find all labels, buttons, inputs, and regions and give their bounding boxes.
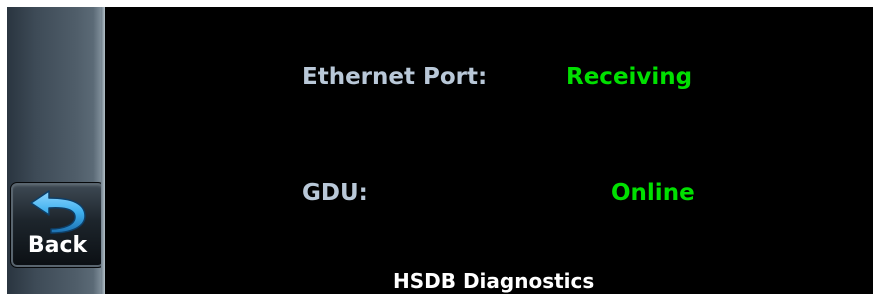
ethernet-port-status: Receiving [566, 64, 693, 90]
ethernet-port-label: Ethernet Port: [302, 64, 488, 90]
gdu-label: GDU: [302, 180, 368, 206]
back-button-label: Back [27, 233, 88, 258]
back-button[interactable]: Back [10, 182, 105, 268]
page-title: HSDB Diagnostics [393, 269, 595, 293]
side-bar: Back [7, 7, 105, 294]
back-arrow-icon [30, 190, 86, 234]
diagnostics-screen: Back Ethernet Port: Receiving GDU: Onlin… [7, 7, 873, 294]
gdu-status: Online [611, 180, 695, 206]
